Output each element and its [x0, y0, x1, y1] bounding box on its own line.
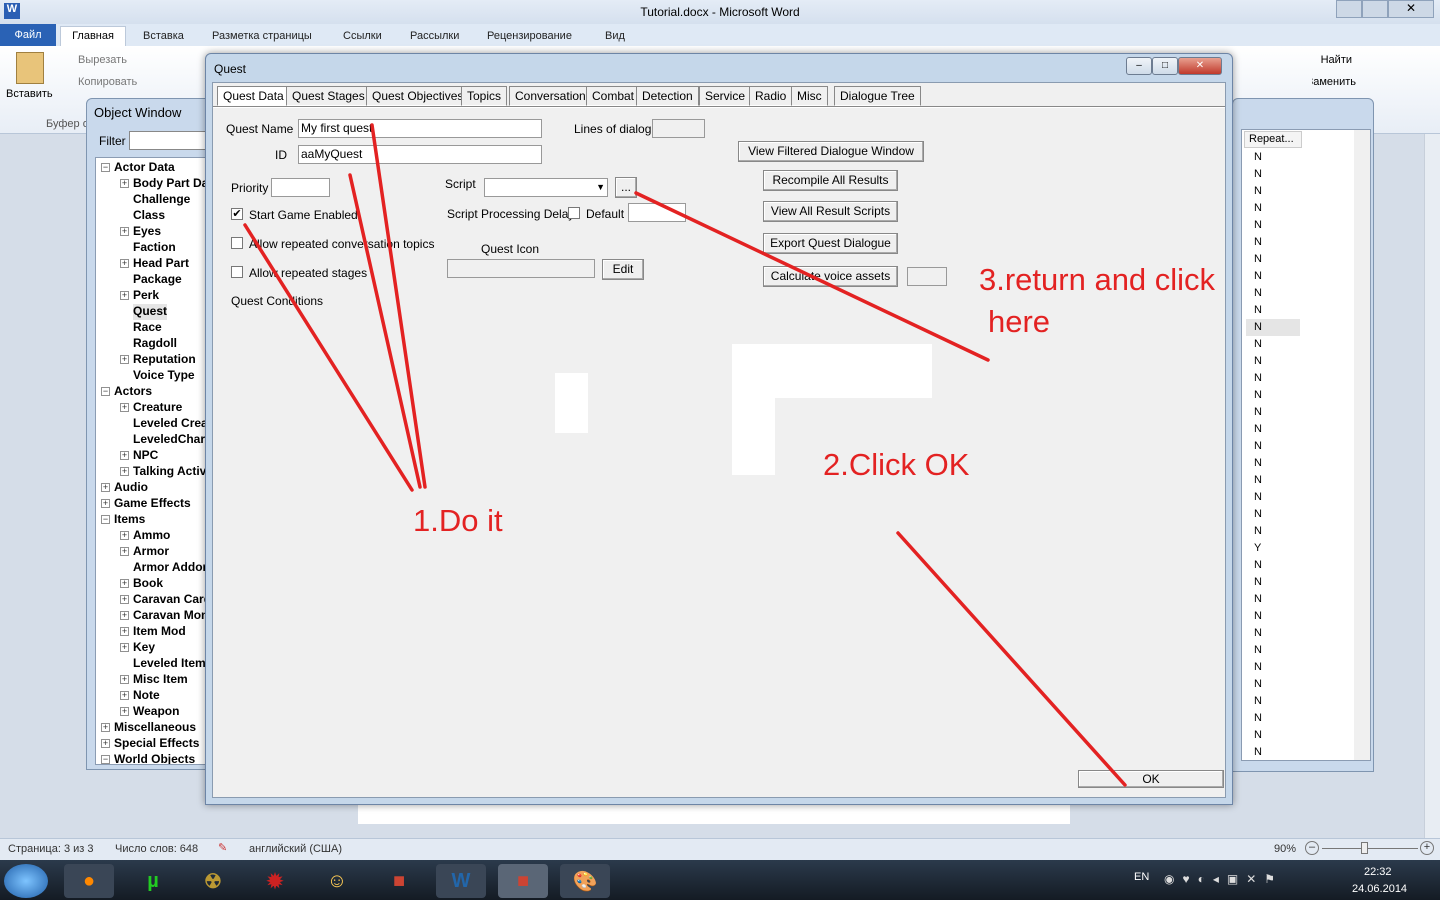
- paint-icon[interactable]: 🎨: [560, 864, 610, 898]
- zoom-slider-thumb[interactable]: [1361, 842, 1368, 854]
- zoom-out-button[interactable]: –: [1305, 841, 1319, 855]
- word-count[interactable]: Число слов: 648: [115, 843, 198, 855]
- zoom-slider[interactable]: [1322, 848, 1418, 849]
- proofing-icon[interactable]: ✎: [218, 841, 227, 854]
- game-icon[interactable]: ✹: [250, 864, 300, 898]
- tray-icons[interactable]: ◉♥◐◂▣✕⚑: [1164, 872, 1283, 886]
- geck-icon[interactable]: ■: [374, 864, 424, 898]
- geck-taskbar-icon[interactable]: ■: [498, 864, 548, 898]
- annotation-step2: 2.Click OK: [823, 447, 970, 482]
- annotation-line: [896, 531, 1127, 787]
- clock-date[interactable]: 24.06.2014: [1352, 883, 1407, 895]
- page-count[interactable]: Страница: 3 из 3: [8, 843, 94, 855]
- annotation-step3-cont: here: [988, 304, 1051, 339]
- clock-time[interactable]: 22:32: [1364, 866, 1392, 878]
- utorrent-icon[interactable]: µ: [128, 864, 178, 898]
- fallout-icon[interactable]: ☺: [312, 864, 362, 898]
- language-indicator[interactable]: EN: [1134, 871, 1149, 883]
- annotation-step1: 1.Do it: [413, 503, 503, 538]
- zoom-level[interactable]: 90%: [1274, 843, 1296, 855]
- zoom-in-button[interactable]: +: [1420, 841, 1434, 855]
- annotation-step3: 3.return and click: [979, 262, 1216, 297]
- annotation-line: [634, 191, 990, 362]
- annotation-line: [243, 223, 414, 492]
- word-taskbar-icon[interactable]: W: [436, 864, 486, 898]
- start-button[interactable]: [4, 864, 48, 898]
- language[interactable]: английский (США): [249, 843, 342, 855]
- status-bar: Страница: 3 из 3 Число слов: 648 ✎ англи…: [0, 838, 1440, 860]
- stalker-game-icon[interactable]: ☢: [188, 864, 238, 898]
- firefox-icon[interactable]: ●: [64, 864, 114, 898]
- annotation-arrows: [243, 123, 1127, 787]
